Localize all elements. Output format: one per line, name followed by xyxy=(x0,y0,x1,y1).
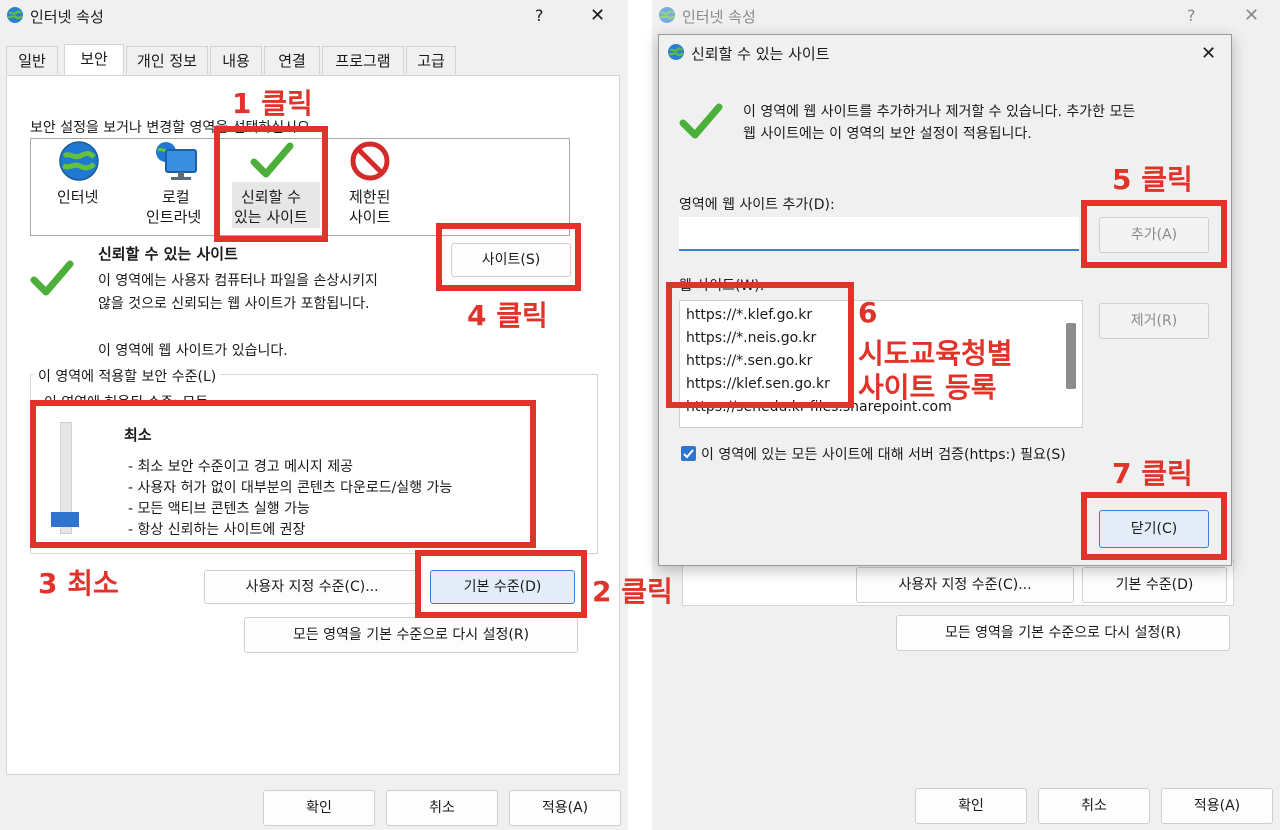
add-site-label: 영역에 웹 사이트 추가(D): xyxy=(679,197,835,213)
zone-has-sites: 이 영역에 웹 사이트가 있습니다. xyxy=(98,343,288,359)
highlight-add-button xyxy=(1081,200,1227,268)
apply-button[interactable]: 적용(A) xyxy=(509,790,621,826)
zone-restricted-label-1[interactable]: 제한된 xyxy=(349,186,390,207)
help-button[interactable]: ? xyxy=(535,6,544,25)
ok-button[interactable]: 확인 xyxy=(915,788,1027,824)
tab-programs[interactable]: 프로그램 xyxy=(322,46,404,74)
cancel-button[interactable]: 취소 xyxy=(386,790,498,826)
annotation-step2: 2 클릭 xyxy=(592,575,673,608)
highlight-website-list xyxy=(666,282,854,408)
local-intranet-icon xyxy=(154,140,200,188)
zone-local-label-2[interactable]: 인트라넷 xyxy=(146,206,201,227)
globe-icon xyxy=(6,6,24,24)
help-button[interactable]: ? xyxy=(1187,6,1196,25)
annotation-step1: 1 클릭 xyxy=(232,87,313,120)
reset-all-zones-button[interactable]: 모든 영역을 기본 수준으로 다시 설정(R) xyxy=(244,617,578,653)
highlight-default-level xyxy=(415,550,587,618)
custom-level-button[interactable]: 사용자 지정 수준(C)... xyxy=(856,567,1074,603)
tab-privacy[interactable]: 개인 정보 xyxy=(126,46,208,74)
close-icon[interactable]: ✕ xyxy=(1244,5,1259,26)
ok-button[interactable]: 확인 xyxy=(263,790,375,826)
cancel-button[interactable]: 취소 xyxy=(1038,788,1150,824)
zone-desc-line1: 이 영역에는 사용자 컴퓨터나 파일을 손상시키지 xyxy=(98,273,378,289)
security-level-group-label: 이 영역에 적용할 보안 수준(L) xyxy=(34,366,221,386)
annotation-step5: 5 클릭 xyxy=(1112,163,1193,196)
check-icon xyxy=(679,101,723,145)
tab-security[interactable]: 보안 xyxy=(64,44,124,76)
window-title: 인터넷 속성 xyxy=(682,8,756,26)
list-scrollbar-thumb[interactable] xyxy=(1066,323,1076,389)
dialog-title: 신뢰할 수 있는 사이트 xyxy=(691,45,830,63)
close-icon[interactable]: ✕ xyxy=(590,5,605,26)
zone-title: 신뢰할 수 있는 사이트 xyxy=(98,245,238,263)
default-level-button[interactable]: 기본 수준(D) xyxy=(1082,567,1227,603)
annotation-step4: 4 클릭 xyxy=(467,299,548,332)
https-checkbox-label[interactable]: 이 영역에 있는 모든 사이트에 대해 서버 검증(https:) 필요(S) xyxy=(701,444,1066,464)
checkbox-checked-icon[interactable] xyxy=(681,446,696,461)
zone-desc-line2: 않을 것으로 신뢰되는 웹 사이트가 포함됩니다. xyxy=(98,296,370,312)
zone-internet-label[interactable]: 인터넷 xyxy=(57,186,98,207)
dialog-desc-line2: 웹 사이트에는 이 영역의 보안 설정이 적용됩니다. xyxy=(743,126,1032,142)
dialog-desc-line1: 이 영역에 웹 사이트를 추가하거나 제거할 수 있습니다. 추가한 모든 xyxy=(743,104,1136,120)
highlight-close-button xyxy=(1081,492,1227,560)
check-icon xyxy=(30,258,74,302)
annotation-step7: 7 클릭 xyxy=(1112,457,1193,490)
annotation-step6-number: 6 xyxy=(858,296,878,329)
apply-button[interactable]: 적용(A) xyxy=(1161,788,1273,824)
highlight-trusted-zone xyxy=(214,126,328,242)
custom-level-button[interactable]: 사용자 지정 수준(C)... xyxy=(204,570,420,604)
highlight-sites-button xyxy=(436,223,581,291)
internet-zone-icon xyxy=(58,140,100,186)
remove-button[interactable]: 제거(R) xyxy=(1099,303,1209,339)
restricted-icon xyxy=(350,141,390,185)
close-icon[interactable]: ✕ xyxy=(1201,43,1216,64)
tab-content[interactable]: 내용 xyxy=(210,46,262,74)
window-title: 인터넷 속성 xyxy=(30,8,104,26)
zone-restricted-label-2[interactable]: 사이트 xyxy=(349,206,390,227)
add-site-input[interactable] xyxy=(679,217,1079,251)
tab-general[interactable]: 일반 xyxy=(6,46,58,74)
reset-all-zones-button[interactable]: 모든 영역을 기본 수준으로 다시 설정(R) xyxy=(896,615,1230,651)
tab-connections[interactable]: 연결 xyxy=(264,46,320,74)
globe-icon xyxy=(667,43,685,61)
zone-local-label-1[interactable]: 로컬 xyxy=(162,186,190,207)
globe-icon xyxy=(658,6,676,24)
highlight-security-level xyxy=(30,400,536,548)
tab-advanced[interactable]: 고급 xyxy=(406,46,456,74)
annotation-step6-line2: 사이트 등록 xyxy=(858,371,997,404)
annotation-step3: 3 최소 xyxy=(38,567,119,600)
